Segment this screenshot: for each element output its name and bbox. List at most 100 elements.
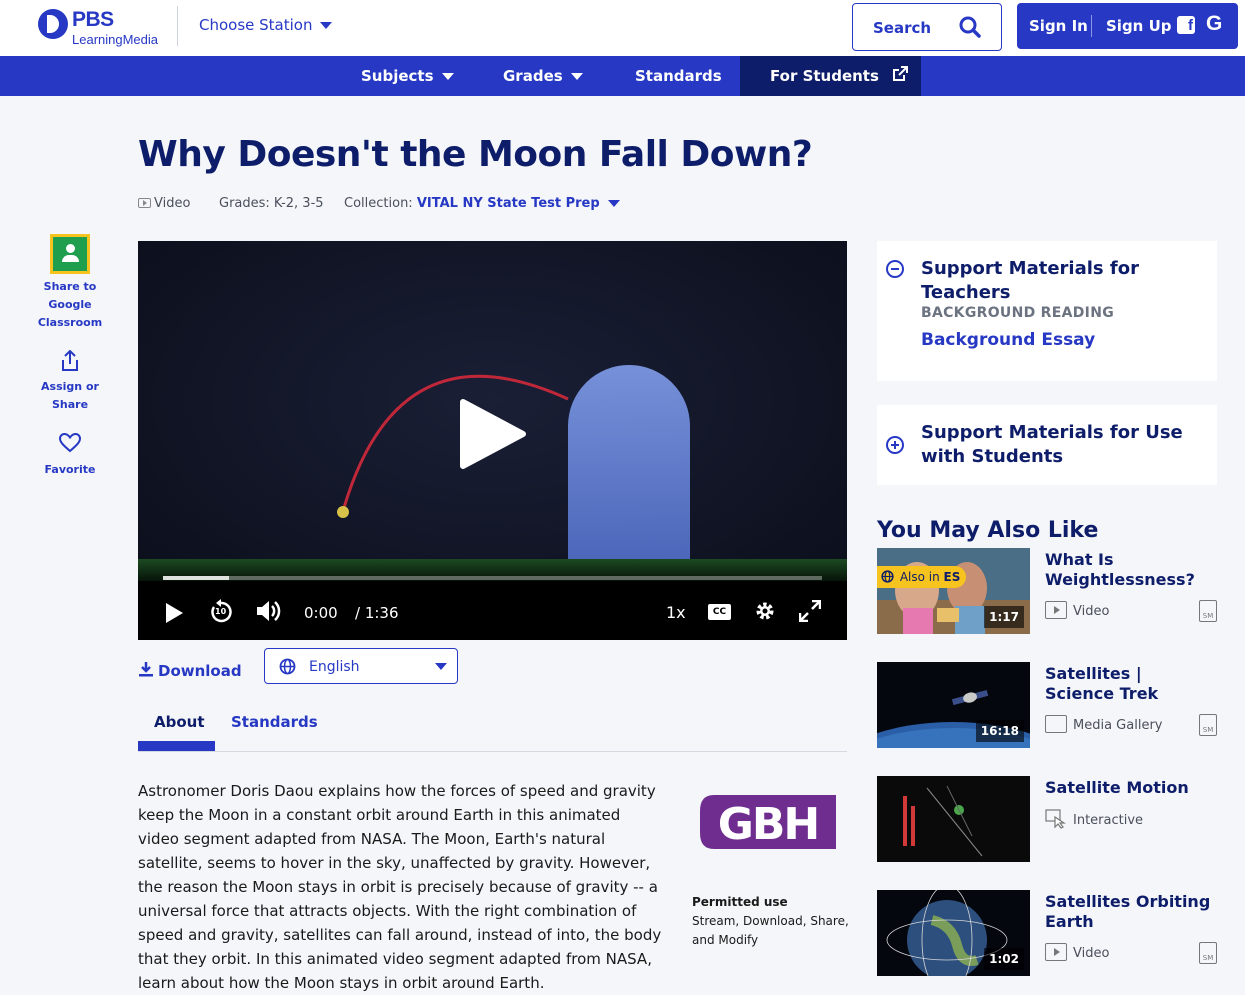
recommendation-title[interactable]: What Is Weightlessness? — [1045, 550, 1215, 590]
language-select[interactable]: English — [264, 648, 458, 684]
nav-grades[interactable]: Grades — [503, 56, 583, 96]
search-button[interactable]: Search — [852, 3, 1002, 51]
thumbnail[interactable] — [877, 776, 1030, 862]
logo-subtitle: LearningMedia — [72, 32, 159, 47]
auth-bar: Sign In Sign Up f G — [1017, 3, 1238, 49]
media-gallery-icon — [1045, 715, 1067, 733]
recommendation-type: Media Gallery — [1045, 715, 1162, 733]
list-item[interactable]: 1:02 Satellites Orbiting Earth Video SM — [877, 890, 1222, 978]
active-tab-indicator — [138, 741, 215, 751]
support-students-title[interactable]: Support Materials for Use with Students — [921, 421, 1211, 469]
playback-speed-button[interactable]: 1x — [666, 603, 686, 622]
tab-standards[interactable]: Standards — [231, 713, 318, 731]
choose-station-dropdown[interactable]: Choose Station — [199, 16, 333, 34]
duration-badge: 1:17 — [984, 606, 1024, 628]
expand-icon[interactable] — [886, 436, 904, 454]
nav-subjects[interactable]: Subjects — [361, 56, 454, 96]
fullscreen-icon[interactable] — [799, 600, 821, 622]
list-item[interactable]: Satellite Motion Interactive — [877, 776, 1222, 864]
list-item[interactable]: Also in ES 1:17 What Is Weightlessness? … — [877, 548, 1222, 636]
share-classroom-label: Share to Google Classroom — [37, 280, 103, 329]
support-teachers-card: Support Materials for Teachers BACKGROUN… — [877, 241, 1217, 381]
main-nav: Subjects Grades Standards For Students — [0, 56, 1245, 96]
permitted-use: Permitted use Stream, Download, Share, a… — [692, 893, 849, 950]
assign-share-button[interactable]: Assign or Share — [30, 350, 110, 414]
search-label: Search — [873, 19, 932, 37]
favorite-button[interactable]: Favorite — [30, 433, 110, 479]
chevron-down-icon — [441, 73, 454, 80]
assign-share-label: Assign or Share — [41, 380, 99, 411]
gbh-logo-icon: GBH — [700, 795, 836, 850]
video-icon — [138, 198, 151, 208]
closed-captions-button[interactable]: CC — [708, 604, 731, 620]
support-students-card: Support Materials for Use with Students — [877, 405, 1217, 485]
logo-brand: PBS — [72, 8, 114, 31]
recommendation-type: Video — [1045, 601, 1109, 619]
google-classroom-icon — [50, 234, 90, 274]
nav-for-students[interactable]: For Students — [740, 56, 921, 96]
permitted-use-title: Permitted use — [692, 895, 788, 909]
pbs-head-icon — [38, 9, 68, 39]
share-google-classroom-button[interactable]: Share to Google Classroom — [30, 234, 110, 332]
nav-standards[interactable]: Standards — [635, 56, 722, 96]
facebook-icon[interactable]: f — [1177, 16, 1195, 34]
media-type-label: Video — [154, 196, 191, 211]
language-value: English — [309, 659, 360, 675]
collection-dropdown[interactable]: VITAL NY State Test Prep — [417, 196, 620, 211]
grades-info: Grades: K-2, 3-5 — [219, 196, 324, 211]
recommendation-type-label: Video — [1073, 604, 1110, 619]
collection-value: VITAL NY State Test Prep — [416, 196, 600, 211]
nav-grades-label: Grades — [503, 67, 563, 85]
content-tabs: About Standards — [138, 710, 847, 752]
gear-icon[interactable] — [754, 600, 776, 622]
sign-up-link[interactable]: Sign Up — [1106, 17, 1172, 35]
recommendation-title[interactable]: Satellite Motion — [1045, 778, 1215, 798]
collapse-icon[interactable] — [886, 260, 904, 278]
thumbnail[interactable]: 1:02 — [877, 890, 1030, 976]
thumbnail[interactable]: 16:18 — [877, 662, 1030, 748]
download-icon — [139, 662, 153, 677]
recommendation-title[interactable]: Satellites Orbiting Earth — [1045, 892, 1215, 932]
video-player[interactable]: 10 0:00 / 1:36 1x CC — [138, 241, 847, 640]
you-may-also-like-heading: You May Also Like — [877, 518, 1099, 543]
recommendation-type-label: Video — [1073, 946, 1110, 961]
play-icon[interactable] — [164, 602, 184, 624]
background-essay-link[interactable]: Background Essay — [921, 330, 1095, 350]
also-in-lang: ES — [943, 570, 961, 584]
download-label: Download — [158, 662, 242, 680]
rewind-seconds: 10 — [215, 607, 227, 616]
support-teachers-title[interactable]: Support Materials for Teachers — [921, 257, 1217, 305]
tab-about[interactable]: About — [154, 713, 205, 731]
duration-badge: 16:18 — [975, 720, 1024, 742]
sign-in-link[interactable]: Sign In — [1029, 17, 1088, 35]
rewind-10-button[interactable]: 10 — [208, 599, 234, 629]
video-description: Astronomer Doris Daou explains how the f… — [138, 782, 662, 992]
interactive-icon — [1045, 809, 1066, 829]
standards-map-icon[interactable]: SM — [1199, 942, 1217, 964]
pbs-learningmedia-logo[interactable]: PBS LearningMedia — [38, 8, 168, 48]
video-icon — [1045, 601, 1067, 619]
also-in-label: Also in — [899, 570, 940, 584]
progress-bar[interactable] — [163, 576, 822, 580]
page-title: Why Doesn't the Moon Fall Down? — [138, 134, 813, 175]
video-icon — [1045, 943, 1067, 961]
standards-map-icon[interactable]: SM — [1199, 600, 1217, 622]
permitted-use-line1: Stream, Download, Share, — [692, 914, 849, 928]
thumbnail[interactable]: Also in ES 1:17 — [877, 548, 1030, 634]
globe-icon — [279, 658, 296, 675]
volume-icon[interactable] — [256, 600, 282, 622]
duration: / 1:36 — [355, 604, 399, 622]
gbh-logo[interactable]: GBH — [700, 785, 836, 863]
chevron-down-icon — [570, 73, 583, 80]
background-reading-label: BACKGROUND READING — [921, 305, 1114, 321]
big-play-icon[interactable] — [458, 399, 528, 469]
player-controls: 10 0:00 / 1:36 1x CC — [138, 576, 847, 640]
list-item[interactable]: 16:18 Satellites | Science Trek Media Ga… — [877, 662, 1222, 750]
standards-map-icon[interactable]: SM — [1199, 714, 1217, 736]
download-button[interactable]: Download — [138, 661, 242, 680]
auth-divider — [1091, 15, 1092, 37]
recommendation-title[interactable]: Satellites | Science Trek — [1045, 664, 1215, 704]
chevron-down-icon — [320, 22, 333, 29]
search-icon — [959, 16, 981, 38]
google-icon[interactable]: G — [1206, 12, 1222, 36]
